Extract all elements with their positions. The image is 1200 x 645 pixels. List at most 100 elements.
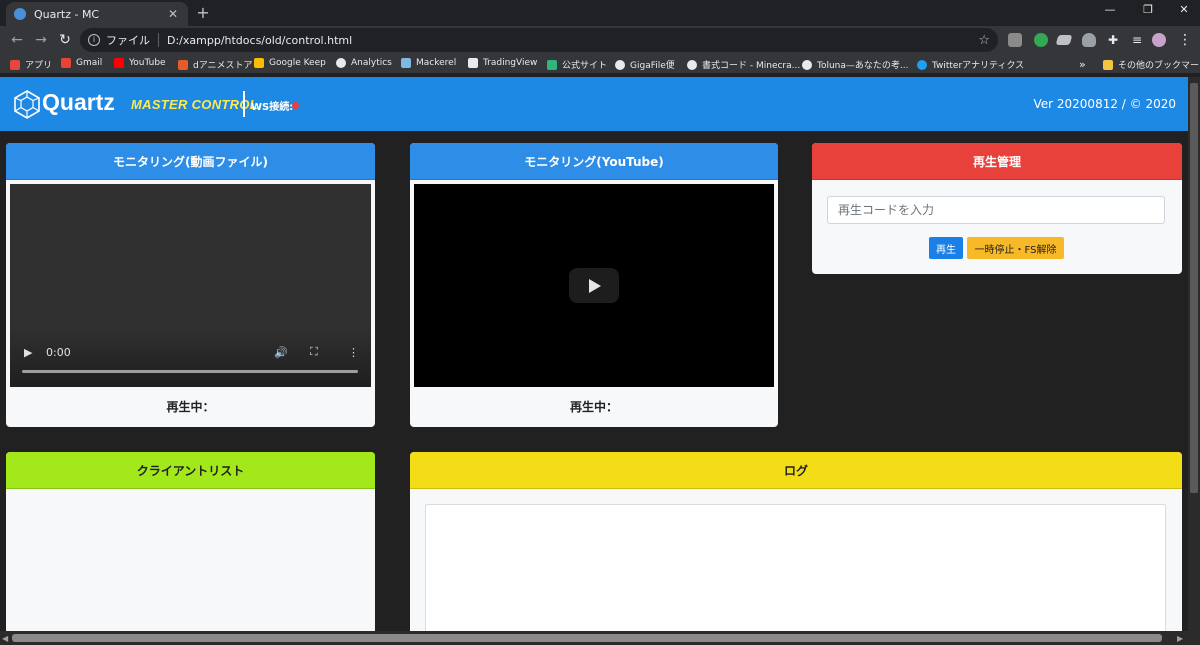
bookmark-label: Mackerel xyxy=(416,58,457,68)
bookmark-label: GigaFile便 xyxy=(630,61,675,71)
bookmarks-overflow-button[interactable]: » xyxy=(1079,58,1086,71)
browser-toolbar: ← → ↻ i ファイル D:/xampp/htdocs/old/control… xyxy=(0,26,1200,54)
youtube-now-playing: 再生中： xyxy=(569,400,618,414)
bookmark-label: YouTube xyxy=(129,58,166,68)
bookmark-label: TradingView xyxy=(483,58,538,68)
bookmark-label: 公式サイト xyxy=(562,61,608,71)
play-code-input[interactable] xyxy=(827,196,1165,224)
new-tab-button[interactable]: + xyxy=(195,3,211,22)
window-close-button[interactable]: ✕ xyxy=(1174,3,1194,16)
version-text: Ver 20200812 / © 2020 xyxy=(1033,97,1176,111)
apps-grid-icon xyxy=(10,59,20,70)
globe-icon xyxy=(802,59,812,70)
bookmark-apps[interactable]: アプリ xyxy=(10,58,52,71)
horizontal-scrollbar[interactable]: ◀ ▶ xyxy=(0,631,1200,645)
log-card: ログ xyxy=(410,452,1182,645)
video-file-player[interactable]: ▶ 0:00 🔊 ⛶ ⋮ xyxy=(10,184,371,387)
play-icon xyxy=(589,279,601,293)
bookmark-twitter-analytics[interactable]: Twitterアナリティクス xyxy=(917,58,1024,71)
browser-tab[interactable]: Quartz - MC ✕ xyxy=(6,2,188,26)
bookmark-tradingview[interactable]: TradingView xyxy=(468,58,537,68)
bookmark-mackerel[interactable]: Mackerel xyxy=(401,58,456,68)
url-text[interactable]: D:/xampp/htdocs/old/control.html xyxy=(167,34,978,47)
bookmark-label: Gmail xyxy=(76,58,103,68)
video-progress-bar[interactable] xyxy=(22,370,358,373)
bookmark-danime[interactable]: dアニメストア xyxy=(178,58,253,71)
forward-arrow-icon[interactable]: → xyxy=(32,31,50,49)
bookmark-toluna[interactable]: Toluna—あなたの考... xyxy=(802,58,908,71)
extension-shield-icon[interactable] xyxy=(1034,33,1048,47)
bookmark-youtube[interactable]: YouTube xyxy=(114,58,166,68)
log-title: ログ xyxy=(410,452,1182,489)
youtube-monitor-title: モニタリング(YouTube) xyxy=(410,143,778,180)
url-scheme-label: ファイル xyxy=(106,34,150,47)
globe-icon xyxy=(687,59,697,70)
youtube-monitor-card: モニタリング(YouTube) 再生中： xyxy=(410,143,778,427)
youtube-player[interactable] xyxy=(414,184,774,387)
more-options-icon[interactable]: ⋮ xyxy=(348,346,359,359)
horizontal-scroll-thumb[interactable] xyxy=(12,634,1162,642)
playback-control-title: 再生管理 xyxy=(812,143,1182,180)
bookmarks-bar: アプリ Gmail YouTube dアニメストア Google Keep An… xyxy=(0,54,1200,74)
bookmark-label: Analytics xyxy=(351,58,392,68)
other-bookmarks-folder[interactable]: その他のブックマーク xyxy=(1103,58,1200,71)
tab-close-icon[interactable]: ✕ xyxy=(166,7,180,21)
bookmark-official-site[interactable]: 公式サイト xyxy=(547,58,607,71)
app-header: Quartz MASTER CONTROL WS接続: Ver 20200812… xyxy=(0,77,1200,131)
profile-avatar[interactable] xyxy=(1152,33,1166,47)
scroll-left-arrow-icon[interactable]: ◀ xyxy=(2,634,8,643)
media-control-icon[interactable]: ≡ xyxy=(1128,31,1146,49)
scroll-right-arrow-icon[interactable]: ▶ xyxy=(1177,634,1183,643)
play-icon[interactable]: ▶ xyxy=(24,346,32,359)
window-restore-button[interactable]: ❐ xyxy=(1138,3,1158,16)
video-time: 0:00 xyxy=(46,346,71,359)
url-separator xyxy=(158,33,159,47)
playback-control-card: 再生管理 再生 一時停止・FS解除 xyxy=(812,143,1182,274)
folder-icon xyxy=(1103,59,1113,70)
youtube-icon xyxy=(114,58,124,68)
video-controls: ▶ 0:00 🔊 ⛶ ⋮ xyxy=(10,327,371,387)
extensions-puzzle-icon[interactable]: ✚ xyxy=(1104,31,1122,49)
vertical-scroll-thumb[interactable] xyxy=(1190,83,1198,493)
bookmark-keep[interactable]: Google Keep xyxy=(254,58,326,68)
bookmark-minecraft-codes[interactable]: 書式コード - Minecra... xyxy=(687,58,800,71)
window-minimize-button[interactable]: — xyxy=(1100,3,1120,16)
bookmark-label: Google Keep xyxy=(269,58,326,68)
other-bookmarks-label: その他のブックマーク xyxy=(1118,61,1200,71)
app-subtitle: MASTER CONTROL xyxy=(131,97,258,112)
tradingview-icon xyxy=(468,58,478,68)
youtube-play-button[interactable] xyxy=(569,268,619,303)
quartz-favicon-icon xyxy=(14,8,26,20)
back-arrow-icon[interactable]: ← xyxy=(8,31,26,49)
volume-icon[interactable]: 🔊 xyxy=(274,346,288,359)
mackerel-icon xyxy=(401,58,411,68)
danime-icon xyxy=(178,59,188,70)
pause-release-fs-button[interactable]: 一時停止・FS解除 xyxy=(967,237,1064,259)
ws-status-indicator xyxy=(292,102,299,109)
video-file-monitor-card: モニタリング(動画ファイル) ▶ 0:00 🔊 ⛶ ⋮ 再生中： xyxy=(6,143,375,427)
tab-title: Quartz - MC xyxy=(34,7,100,21)
reload-icon[interactable]: ↻ xyxy=(56,31,74,49)
bookmark-gigafile[interactable]: GigaFile便 xyxy=(615,58,675,71)
bookmark-analytics[interactable]: Analytics xyxy=(336,58,392,68)
ws-connection-label: WS接続: xyxy=(251,102,294,113)
extension-eraser-icon[interactable] xyxy=(1055,35,1073,45)
main-content: モニタリング(動画ファイル) ▶ 0:00 🔊 ⛶ ⋮ 再生中： モニタリング(… xyxy=(0,131,1188,645)
bookmark-label: dアニメストア xyxy=(193,61,253,71)
extension-privacy-icon[interactable] xyxy=(1082,33,1096,47)
gmail-icon xyxy=(61,58,71,68)
bookmark-gmail[interactable]: Gmail xyxy=(61,58,102,68)
bookmark-label: 書式コード - Minecra... xyxy=(702,61,801,71)
keep-icon xyxy=(254,58,264,68)
globe-icon xyxy=(336,58,346,68)
bookmark-star-icon[interactable]: ☆ xyxy=(978,33,990,48)
extension-translate-icon[interactable] xyxy=(1008,33,1022,47)
play-button[interactable]: 再生 xyxy=(929,237,963,259)
chrome-menu-icon[interactable]: ⋮ xyxy=(1176,31,1194,49)
browser-tab-strip: Quartz - MC ✕ + — ❐ ✕ xyxy=(0,0,1200,26)
vertical-scrollbar[interactable] xyxy=(1188,77,1200,634)
fullscreen-icon[interactable]: ⛶ xyxy=(310,345,318,359)
log-output[interactable] xyxy=(425,504,1166,645)
info-icon[interactable]: i xyxy=(88,34,100,46)
address-bar[interactable]: i ファイル D:/xampp/htdocs/old/control.html … xyxy=(80,28,998,52)
